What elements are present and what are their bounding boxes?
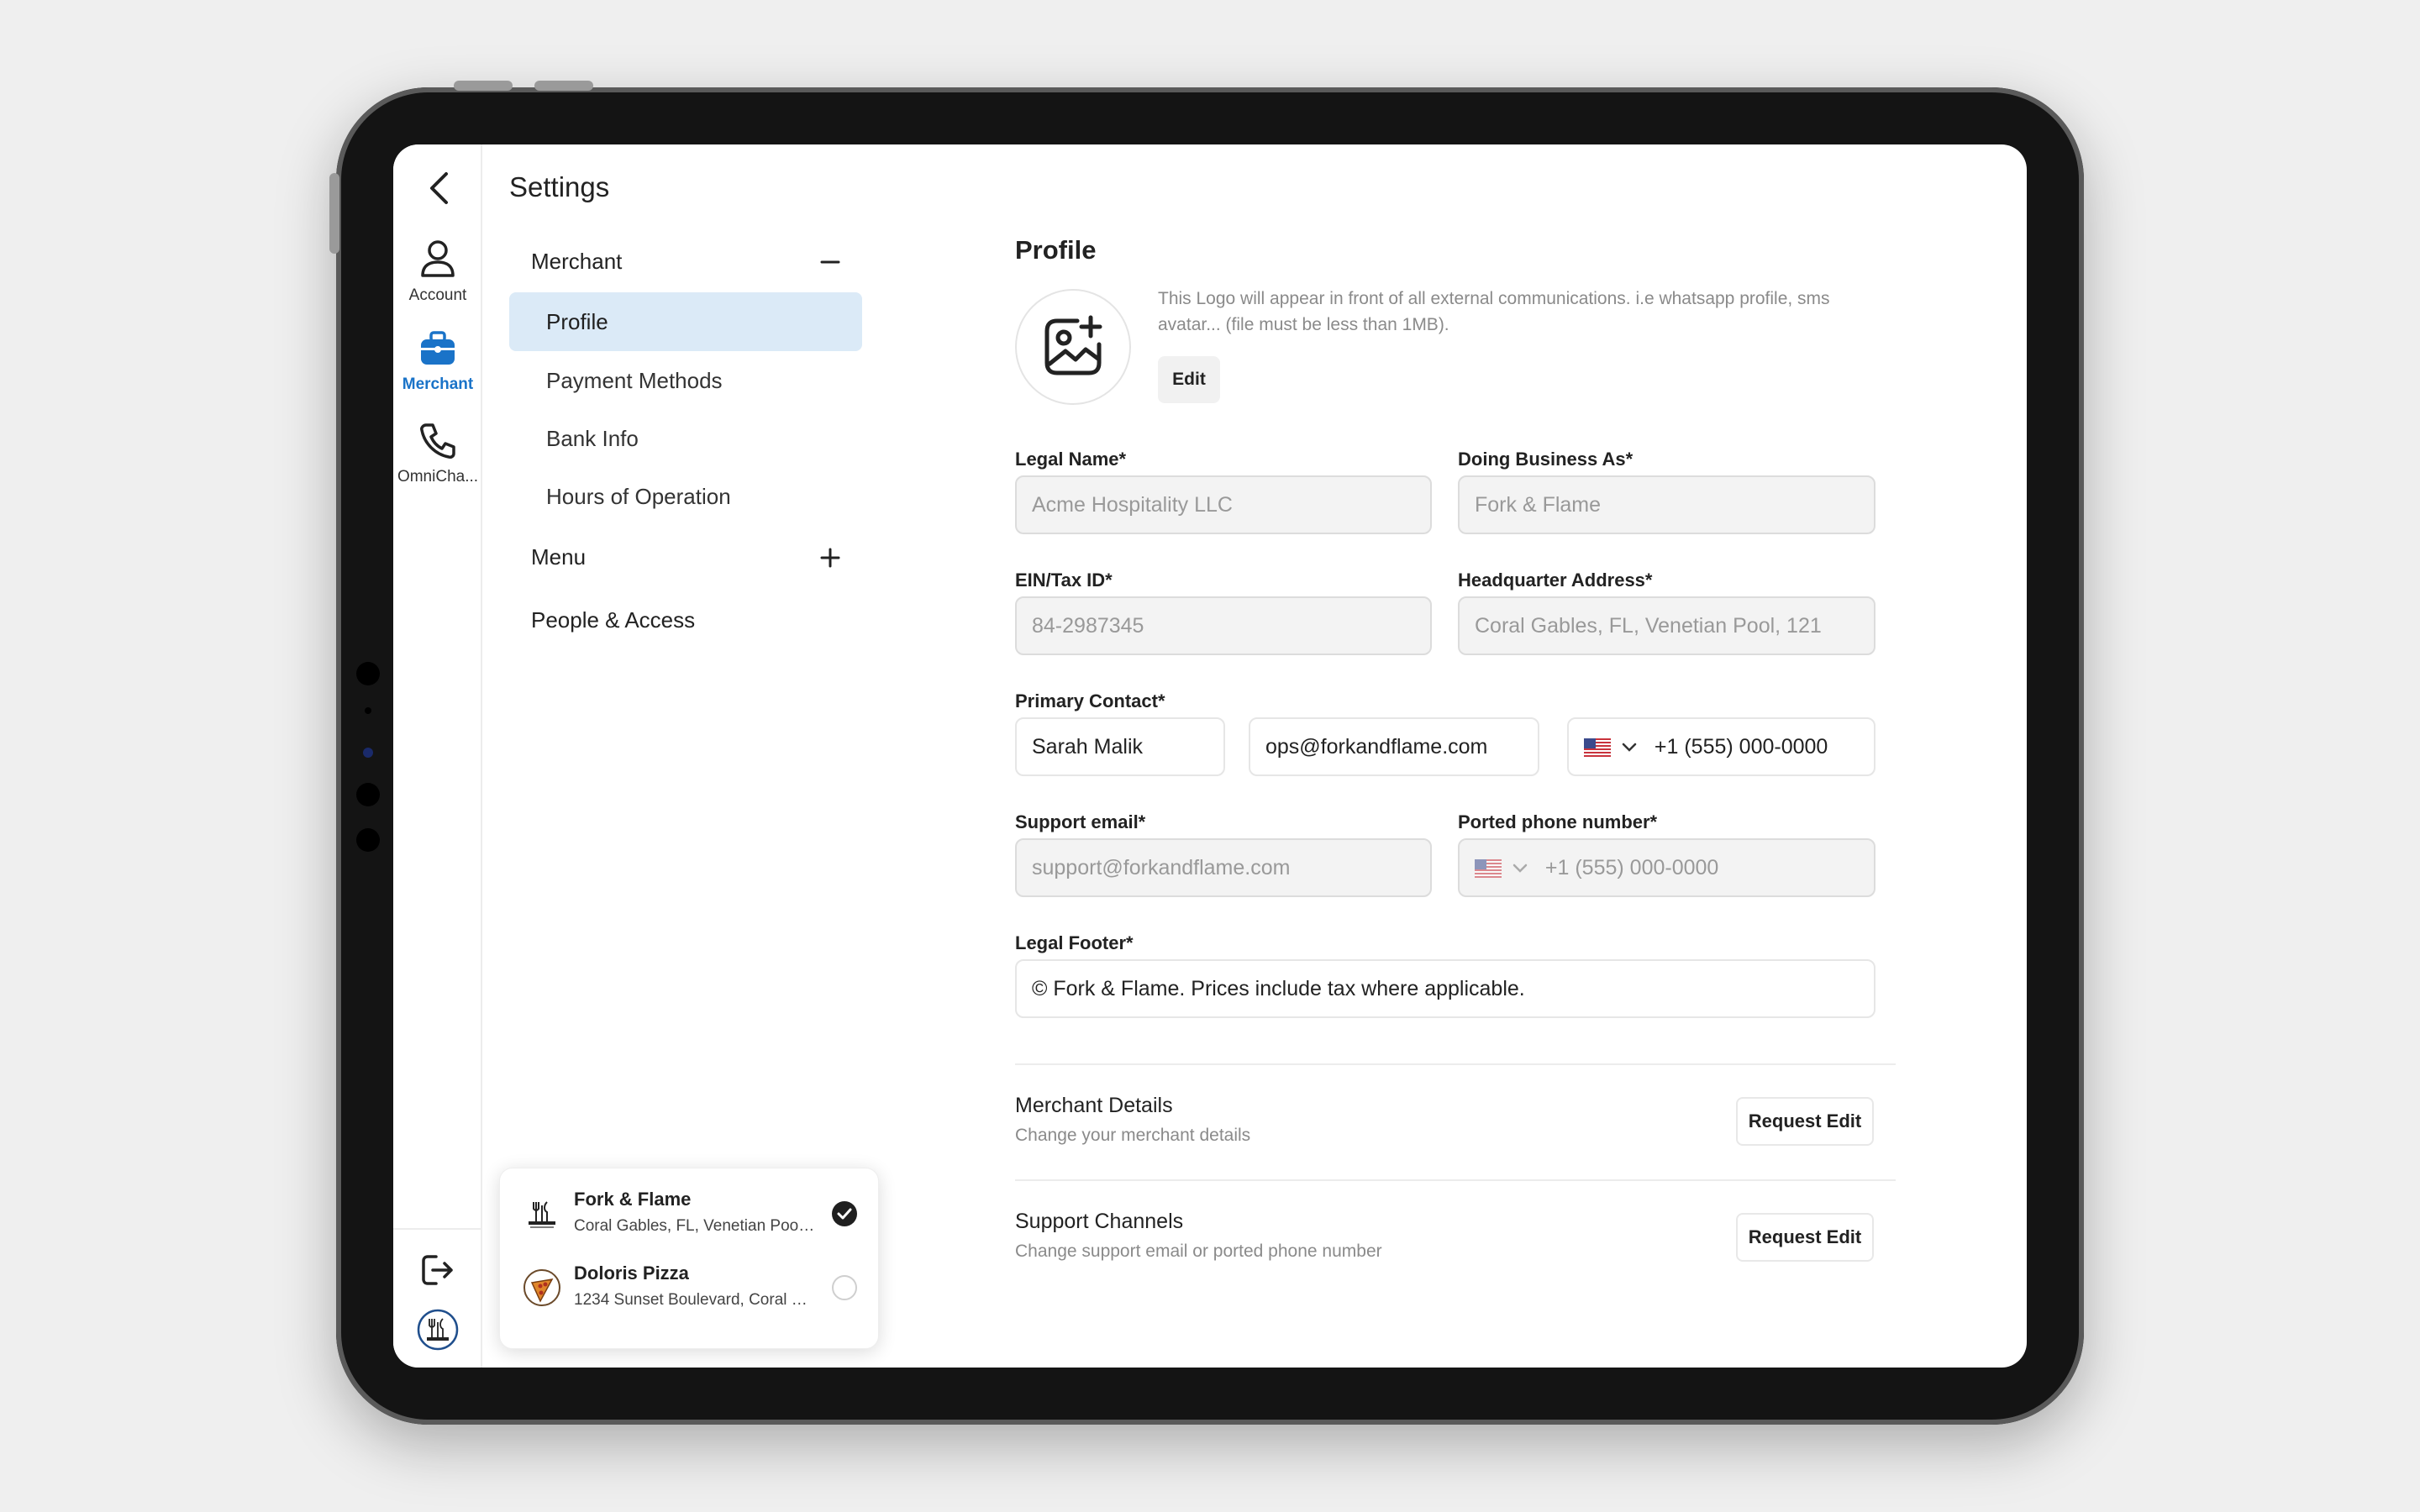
merchant-switcher: Fork & Flame Coral Gables, FL, Venetian … (499, 1168, 879, 1349)
merchant-option-doloris-pizza[interactable]: Doloris Pizza 1234 Sunset Boulevard, Cor… (500, 1251, 878, 1325)
merchant-option-fork-flame[interactable]: Fork & Flame Coral Gables, FL, Venetian … (500, 1177, 878, 1251)
add-image-icon (1044, 315, 1102, 375)
check-circle-icon (832, 1201, 857, 1226)
merchant-name: Fork & Flame (574, 1189, 692, 1210)
logo-description: This Logo will appear in front of all ex… (1158, 289, 1830, 334)
merchant-name: Doloris Pizza (574, 1263, 689, 1284)
request-edit-merchant-button[interactable]: Request Edit (1736, 1097, 1874, 1146)
back-button[interactable] (420, 170, 457, 207)
pizza-logo-icon (522, 1268, 562, 1308)
page-title: Profile (1015, 235, 1097, 265)
legal-footer-field[interactable]: © Fork & Flame. Prices include tax where… (1015, 959, 1876, 1018)
rail-item-omnichannel[interactable]: OmniCha... (393, 422, 482, 486)
briefcase-icon (421, 331, 455, 365)
nav-group-people-access[interactable]: People & Access (531, 607, 695, 633)
ein-field[interactable]: 84-2987345 (1015, 596, 1432, 655)
rail-item-label: Merchant (402, 375, 474, 393)
icon-rail: Account Merchant OmniCha... (393, 144, 482, 1368)
dba-field[interactable]: Fork & Flame (1458, 475, 1876, 534)
nav-item-hours-of-operation[interactable]: Hours of Operation (509, 467, 862, 526)
dba-label: Doing Business As* (1458, 449, 1634, 470)
camera-sensor (356, 828, 380, 852)
app-screen: Account Merchant OmniCha... Settings Mer… (393, 144, 2027, 1368)
user-icon (421, 240, 455, 277)
request-edit-support-button[interactable]: Request Edit (1736, 1213, 1874, 1262)
logout-icon (422, 1255, 453, 1285)
settings-title: Settings (509, 171, 610, 202)
merchant-address: 1234 Sunset Boulevard, Coral Ga... (574, 1291, 818, 1309)
ported-phone-value: +1 (555) 000-0000 (1544, 856, 1719, 879)
camera-sensor (363, 748, 373, 758)
camera-sensor (365, 707, 371, 714)
contact-email-field[interactable]: ops@forkandflame.com (1249, 717, 1539, 776)
contact-phone-field[interactable]: +1 (555) 000-0000 (1567, 717, 1876, 776)
rail-item-label: OmniCha... (397, 468, 479, 486)
rail-item-merchant[interactable]: Merchant (393, 329, 482, 394)
ported-phone-label: Ported phone number* (1458, 811, 1658, 832)
nav-item-payment-methods[interactable]: Payment Methods (509, 351, 862, 410)
contact-phone-value: +1 (555) 000-0000 (1654, 735, 1828, 759)
expand-plus-icon[interactable] (818, 546, 842, 570)
merchant-details-title: Merchant Details (1015, 1094, 1173, 1117)
rail-bottom-divider (393, 1228, 482, 1230)
section-divider (1015, 1063, 1896, 1065)
current-merchant-avatar[interactable] (393, 1309, 482, 1355)
ein-label: EIN/Tax ID* (1015, 570, 1113, 591)
us-flag-icon (1584, 738, 1611, 758)
nav-item-profile[interactable]: Profile (509, 292, 862, 351)
tablet-frame: Account Merchant OmniCha... Settings Mer… (329, 81, 2084, 1425)
legal-name-field[interactable]: Acme Hospitality LLC (1015, 475, 1432, 534)
support-email-field[interactable]: support@forkandflame.com (1015, 838, 1432, 897)
ported-phone-field[interactable]: +1 (555) 000-0000 (1458, 838, 1876, 897)
legal-name-label: Legal Name* (1015, 449, 1127, 470)
chevron-down-icon (1512, 864, 1528, 874)
chevron-down-icon[interactable] (1622, 743, 1637, 753)
restaurant-logo-icon (417, 1309, 459, 1351)
contact-name-field[interactable]: Sarah Malik (1015, 717, 1225, 776)
collapse-minus-icon[interactable] (818, 250, 842, 274)
edit-logo-button[interactable]: Edit (1158, 356, 1220, 403)
legal-footer-label: Legal Footer* (1015, 932, 1134, 953)
camera-sensor (356, 783, 380, 806)
logout-button[interactable] (393, 1252, 482, 1293)
merchant-details-subtitle: Change your merchant details (1015, 1126, 1251, 1145)
radio-unchecked-icon[interactable] (831, 1274, 858, 1301)
phone-icon (420, 423, 455, 459)
chevron-left-icon (430, 172, 448, 204)
tablet-top-button (534, 81, 593, 91)
logo-upload[interactable] (1015, 289, 1131, 405)
support-email-label: Support email* (1015, 811, 1146, 832)
merchant-address: Coral Gables, FL, Venetian Pool,... (574, 1217, 818, 1235)
rail-item-label: Account (408, 286, 467, 304)
support-channels-subtitle: Change support email or ported phone num… (1015, 1242, 1382, 1261)
section-divider (1015, 1179, 1896, 1181)
support-channels-title: Support Channels (1015, 1210, 1184, 1233)
tablet-side-button (329, 173, 339, 254)
us-flag-icon (1475, 859, 1502, 879)
primary-contact-label: Primary Contact* (1015, 690, 1165, 711)
nav-item-bank-info[interactable]: Bank Info (509, 409, 862, 468)
camera-sensor (356, 662, 380, 685)
tablet-top-button (454, 81, 513, 91)
hq-address-field[interactable]: Coral Gables, FL, Venetian Pool, 121 (1458, 596, 1876, 655)
restaurant-logo-icon (522, 1194, 562, 1234)
hq-address-label: Headquarter Address* (1458, 570, 1653, 591)
nav-group-merchant[interactable]: Merchant (531, 249, 622, 275)
nav-group-menu[interactable]: Menu (531, 544, 586, 570)
rail-item-account[interactable]: Account (393, 239, 482, 305)
